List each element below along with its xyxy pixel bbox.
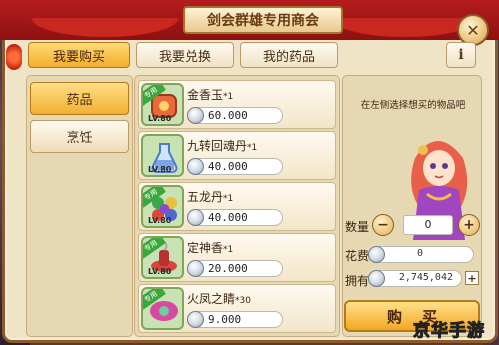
category-medicine[interactable]: 药品	[30, 82, 129, 115]
item-icon: 专用	[141, 287, 184, 330]
coin-icon	[368, 246, 385, 263]
plus-icon: +	[467, 271, 477, 285]
level-label: LV.80	[148, 114, 172, 123]
close-icon: ✕	[466, 20, 480, 40]
owned-field: 2,745,042	[368, 270, 462, 287]
list-item[interactable]: 专用 火凤之睛*30 9.000	[138, 284, 336, 333]
list-item[interactable]: 专用 LV.80 金香玉*1 60.000	[138, 80, 336, 129]
item-price: 20.000	[187, 260, 283, 277]
item-icon: LV.80	[141, 134, 184, 177]
minus-icon: −	[377, 217, 389, 233]
detail-panel: 在左侧选择想买的物品吧	[342, 75, 482, 337]
coin-icon	[187, 260, 204, 277]
curtain-drape	[20, 18, 190, 40]
level-label: LV.80	[148, 165, 172, 174]
list-item[interactable]: 专用 LV.80 定神香*1 20.000	[138, 233, 336, 282]
plus-icon: +	[463, 217, 475, 233]
watermark: 京华手游	[413, 321, 485, 342]
item-name: 九转回魂丹*1	[187, 139, 258, 153]
coin-icon	[187, 107, 204, 124]
quantity-label: 数量	[345, 220, 370, 234]
tab-buy[interactable]: 我要购买	[28, 42, 130, 68]
coin-icon	[187, 158, 204, 175]
coin-icon	[368, 270, 385, 287]
tab-bar: 我要购买 我要兑换 我的药品	[28, 42, 338, 68]
coin-icon	[187, 311, 204, 328]
item-name: 金香玉*1	[187, 88, 234, 102]
category-cooking[interactable]: 烹饪	[30, 120, 129, 153]
info-button[interactable]: i	[446, 42, 476, 68]
item-price: 40.000	[187, 158, 283, 175]
cost-field: 0	[368, 246, 474, 263]
item-price: 9.000	[187, 311, 283, 328]
cost-label: 花费	[345, 249, 370, 263]
hint-text: 在左侧选择想买的物品吧	[360, 100, 466, 111]
item-name: 五龙丹*1	[187, 190, 234, 204]
tab-my-medicine[interactable]: 我的药品	[240, 42, 338, 68]
item-list[interactable]: 专用 LV.80 金香玉*1 60.000 LV.80 九转回魂丹*1 40.0…	[134, 75, 340, 337]
item-name: 火凤之睛*30	[187, 292, 251, 306]
item-icon: 专用 LV.80	[141, 236, 184, 279]
decrease-button[interactable]: −	[372, 214, 394, 236]
increase-button[interactable]: +	[458, 214, 480, 236]
item-price: 60.000	[187, 107, 283, 124]
level-label: LV.80	[148, 267, 172, 276]
category-panel: 药品 烹饪	[26, 75, 133, 337]
item-icon: 专用 LV.80	[141, 83, 184, 126]
item-icon: 专用 LV.80	[141, 185, 184, 228]
list-item[interactable]: 专用 LV.80 五龙丹*1 40.000	[138, 182, 336, 231]
tab-exchange[interactable]: 我要兑换	[136, 42, 234, 68]
quantity-input[interactable]: 0	[403, 215, 453, 235]
coin-icon	[187, 209, 204, 226]
add-currency-button[interactable]: +	[465, 271, 479, 285]
item-price: 40.000	[187, 209, 283, 226]
owned-label: 拥有	[345, 274, 370, 288]
info-icon: i	[458, 47, 464, 63]
level-label: LV.80	[148, 216, 172, 225]
lantern-icon	[6, 44, 22, 70]
list-item[interactable]: LV.80 九转回魂丹*1 40.000	[138, 131, 336, 180]
item-name: 定神香*1	[187, 241, 234, 255]
window-title: 剑会群雄专用商会	[183, 6, 343, 34]
